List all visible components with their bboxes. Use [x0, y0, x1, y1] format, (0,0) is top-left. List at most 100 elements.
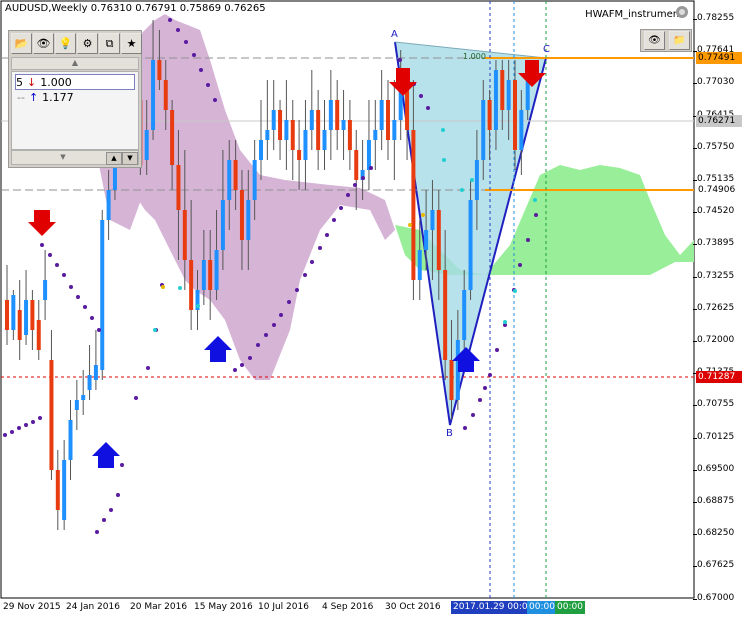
candle-body [201, 260, 206, 290]
page-down-button[interactable]: ▼ [122, 152, 138, 165]
candle-body [430, 210, 435, 230]
sar-dot [24, 423, 28, 427]
price-tick-label: 0.75750 [697, 141, 735, 152]
time-marker-label: 2017.01.29 00:00 [451, 601, 536, 614]
price-tick-mark [693, 341, 697, 342]
sar-dot [256, 343, 260, 347]
price-level-badge: 0.71287 [696, 371, 742, 383]
sar-dot [69, 285, 73, 289]
sar-dot [62, 273, 66, 277]
indicator-name: HWAFM_instrument [585, 9, 683, 20]
instrument-logo-icon[interactable] [675, 5, 689, 19]
signal-dot [503, 320, 507, 324]
sar-dot [272, 323, 276, 327]
price-tick-label: 0.69500 [697, 463, 735, 474]
candle-body [11, 295, 16, 330]
folder-open-icon[interactable]: 📂 [11, 33, 32, 54]
item-number: 5 [16, 75, 23, 89]
price-tick-label: 0.72000 [697, 335, 735, 345]
chart-title: AUDUSD,Weekly 0.76310 0.76791 0.75869 0.… [5, 3, 266, 14]
sar-dot [83, 305, 87, 309]
indicator-toolbar[interactable]: 👁 📁 [640, 29, 692, 52]
candle-body [163, 80, 168, 110]
candle-body [81, 395, 86, 400]
eye-icon[interactable]: 👁 [644, 31, 665, 50]
candle-body [474, 160, 479, 200]
time-marker-label: 00:00 [527, 601, 557, 614]
copy-icon[interactable]: ⧉ [99, 33, 120, 54]
candle-body [24, 300, 29, 335]
candle-body [278, 110, 283, 140]
sar-dot [353, 183, 357, 187]
sar-dot [310, 260, 314, 264]
price-tick-label: 0.67000 [697, 592, 735, 603]
price-tick-mark [693, 598, 697, 600]
candle-body [335, 100, 340, 130]
page-up-button[interactable]: ▲ [106, 152, 122, 165]
list-item[interactable]: 5 ↓ 1.000 [15, 74, 135, 90]
eye-icon[interactable]: 👁 [33, 33, 54, 54]
candle-body [30, 300, 35, 330]
sar-dot [248, 356, 252, 360]
candle-body [487, 100, 492, 130]
sar-dot [38, 416, 42, 420]
date-tick-label: 30 Oct 2016 [385, 602, 441, 612]
chart-window[interactable]: AUDUSD,Weekly 0.76310 0.76791 0.75869 0.… [0, 0, 746, 620]
sar-dot [240, 363, 244, 367]
sar-dot [361, 176, 365, 180]
sar-dot [279, 313, 283, 317]
candle-body [449, 360, 454, 400]
candle-body [182, 210, 187, 260]
candle-body [93, 365, 98, 380]
price-tick-label: 0.73255 [697, 270, 735, 281]
sar-dot [90, 316, 94, 320]
scroll-down-icon[interactable]: ▼ [56, 152, 70, 163]
object-list[interactable]: 5 ↓ 1.000 -- ↑ 1.177 [11, 71, 139, 150]
signal-dot [533, 198, 537, 202]
signal-dot [460, 188, 464, 192]
folder-icon[interactable]: 📁 [669, 31, 690, 50]
list-item[interactable]: -- ↑ 1.177 [17, 90, 74, 104]
candle-body [189, 260, 194, 310]
lightbulb-icon[interactable]: 💡 [55, 33, 76, 54]
candle-body [481, 100, 486, 160]
sar-dot [95, 530, 99, 534]
price-tick-label: 0.70755 [697, 399, 735, 410]
price-tick-label: 0.73895 [697, 238, 735, 249]
candle-body [252, 160, 257, 200]
signal-dot [441, 128, 445, 132]
price-level-badge: 0.76271 [696, 115, 742, 127]
price-tick-label: 0.68250 [697, 528, 735, 539]
scroll-up-button[interactable]: ▲ [11, 57, 139, 70]
sar-dot [369, 166, 373, 170]
candle-body [290, 120, 295, 150]
price-tick-mark [693, 83, 697, 85]
sar-dot [426, 106, 430, 110]
candle-body [379, 100, 384, 130]
sar-dot [534, 213, 538, 217]
date-tick-label: 20 Mar 2016 [130, 602, 188, 612]
candle-body [106, 190, 111, 220]
candle-body [100, 220, 105, 370]
sar-dot [264, 333, 268, 337]
sar-dot [134, 396, 138, 400]
candle-body [259, 140, 263, 160]
candle-body [36, 320, 41, 350]
sar-dot [102, 518, 106, 522]
candle-body [239, 190, 244, 240]
signal-dot [408, 223, 412, 227]
object-list-panel[interactable]: 📂 👁 💡 ⚙ ⧉ ★ ▲ 5 ↓ 1.000 -- ↑ 1.177 ▼ ▲ ▼ [8, 30, 142, 168]
symbol-label: AUDUSD,Weekly [5, 3, 88, 14]
candle-body [176, 165, 181, 210]
candle-body [411, 130, 416, 280]
price-tick-mark [693, 19, 697, 20]
candle-body [417, 250, 422, 280]
sar-dot [109, 508, 113, 512]
candle-body [246, 200, 251, 240]
candle-body [328, 100, 333, 130]
sar-dot [463, 426, 467, 430]
price-tick-mark [693, 502, 697, 503]
star-icon[interactable]: ★ [121, 33, 142, 54]
candle-body [468, 200, 473, 290]
settings-icon[interactable]: ⚙ [77, 33, 98, 54]
